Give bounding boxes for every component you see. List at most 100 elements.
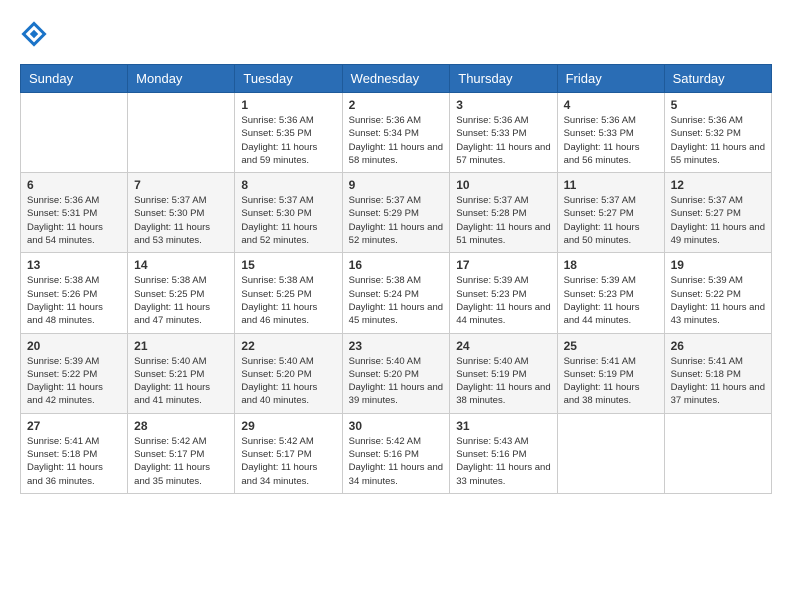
day-number: 20 bbox=[27, 339, 121, 353]
day-info: Sunrise: 5:37 AM Sunset: 5:28 PM Dayligh… bbox=[456, 194, 550, 247]
calendar-cell: 6 Sunrise: 5:36 AM Sunset: 5:31 PM Daylig… bbox=[21, 173, 128, 253]
day-number: 17 bbox=[456, 258, 550, 272]
day-number: 22 bbox=[241, 339, 335, 353]
day-info: Sunrise: 5:39 AM Sunset: 5:22 PM Dayligh… bbox=[27, 355, 121, 408]
calendar-cell bbox=[557, 413, 664, 493]
calendar-cell: 20 Sunrise: 5:39 AM Sunset: 5:22 PM Dayli… bbox=[21, 333, 128, 413]
day-number: 29 bbox=[241, 419, 335, 433]
day-number: 23 bbox=[349, 339, 444, 353]
calendar-cell: 25 Sunrise: 5:41 AM Sunset: 5:19 PM Dayli… bbox=[557, 333, 664, 413]
day-of-week-header: Wednesday bbox=[342, 65, 450, 93]
day-number: 31 bbox=[456, 419, 550, 433]
calendar-cell: 22 Sunrise: 5:40 AM Sunset: 5:20 PM Dayli… bbox=[235, 333, 342, 413]
day-info: Sunrise: 5:42 AM Sunset: 5:17 PM Dayligh… bbox=[241, 435, 335, 488]
day-info: Sunrise: 5:36 AM Sunset: 5:33 PM Dayligh… bbox=[564, 114, 658, 167]
day-info: Sunrise: 5:37 AM Sunset: 5:30 PM Dayligh… bbox=[241, 194, 335, 247]
day-info: Sunrise: 5:41 AM Sunset: 5:18 PM Dayligh… bbox=[27, 435, 121, 488]
calendar-cell: 4 Sunrise: 5:36 AM Sunset: 5:33 PM Daylig… bbox=[557, 93, 664, 173]
day-number: 21 bbox=[134, 339, 228, 353]
calendar-table: SundayMondayTuesdayWednesdayThursdayFrid… bbox=[20, 64, 772, 494]
calendar-cell: 19 Sunrise: 5:39 AM Sunset: 5:22 PM Dayli… bbox=[664, 253, 771, 333]
day-number: 27 bbox=[27, 419, 121, 433]
calendar-cell: 27 Sunrise: 5:41 AM Sunset: 5:18 PM Dayli… bbox=[21, 413, 128, 493]
calendar-cell: 14 Sunrise: 5:38 AM Sunset: 5:25 PM Dayli… bbox=[128, 253, 235, 333]
day-info: Sunrise: 5:43 AM Sunset: 5:16 PM Dayligh… bbox=[456, 435, 550, 488]
day-info: Sunrise: 5:37 AM Sunset: 5:27 PM Dayligh… bbox=[671, 194, 765, 247]
day-info: Sunrise: 5:41 AM Sunset: 5:18 PM Dayligh… bbox=[671, 355, 765, 408]
day-info: Sunrise: 5:40 AM Sunset: 5:20 PM Dayligh… bbox=[349, 355, 444, 408]
calendar-cell bbox=[664, 413, 771, 493]
calendar-cell: 23 Sunrise: 5:40 AM Sunset: 5:20 PM Dayli… bbox=[342, 333, 450, 413]
day-info: Sunrise: 5:39 AM Sunset: 5:22 PM Dayligh… bbox=[671, 274, 765, 327]
calendar-cell: 2 Sunrise: 5:36 AM Sunset: 5:34 PM Daylig… bbox=[342, 93, 450, 173]
calendar-cell: 15 Sunrise: 5:38 AM Sunset: 5:25 PM Dayli… bbox=[235, 253, 342, 333]
day-number: 3 bbox=[456, 98, 550, 112]
day-number: 30 bbox=[349, 419, 444, 433]
day-number: 12 bbox=[671, 178, 765, 192]
day-number: 18 bbox=[564, 258, 658, 272]
calendar-header-row: SundayMondayTuesdayWednesdayThursdayFrid… bbox=[21, 65, 772, 93]
calendar-cell: 3Sunrise: 5:36 AM Sunset: 5:33 PM Daylig… bbox=[450, 93, 557, 173]
day-number: 19 bbox=[671, 258, 765, 272]
day-number: 16 bbox=[349, 258, 444, 272]
calendar-cell: 26Sunrise: 5:41 AM Sunset: 5:18 PM Dayli… bbox=[664, 333, 771, 413]
day-info: Sunrise: 5:39 AM Sunset: 5:23 PM Dayligh… bbox=[456, 274, 550, 327]
day-number: 9 bbox=[349, 178, 444, 192]
day-info: Sunrise: 5:36 AM Sunset: 5:32 PM Dayligh… bbox=[671, 114, 765, 167]
calendar-week-row: 1Sunrise: 5:36 AM Sunset: 5:35 PM Daylig… bbox=[21, 93, 772, 173]
calendar-cell: 11Sunrise: 5:37 AM Sunset: 5:27 PM Dayli… bbox=[557, 173, 664, 253]
calendar-cell: 9 Sunrise: 5:37 AM Sunset: 5:29 PM Daylig… bbox=[342, 173, 450, 253]
calendar-cell: 16Sunrise: 5:38 AM Sunset: 5:24 PM Dayli… bbox=[342, 253, 450, 333]
day-info: Sunrise: 5:36 AM Sunset: 5:34 PM Dayligh… bbox=[349, 114, 444, 167]
calendar-cell: 28Sunrise: 5:42 AM Sunset: 5:17 PM Dayli… bbox=[128, 413, 235, 493]
logo bbox=[20, 20, 52, 48]
calendar-cell: 13Sunrise: 5:38 AM Sunset: 5:26 PM Dayli… bbox=[21, 253, 128, 333]
day-info: Sunrise: 5:38 AM Sunset: 5:25 PM Dayligh… bbox=[134, 274, 228, 327]
day-of-week-header: Tuesday bbox=[235, 65, 342, 93]
calendar-cell: 17 Sunrise: 5:39 AM Sunset: 5:23 PM Dayli… bbox=[450, 253, 557, 333]
day-info: Sunrise: 5:39 AM Sunset: 5:23 PM Dayligh… bbox=[564, 274, 658, 327]
calendar-cell: 1Sunrise: 5:36 AM Sunset: 5:35 PM Daylig… bbox=[235, 93, 342, 173]
day-number: 25 bbox=[564, 339, 658, 353]
day-of-week-header: Thursday bbox=[450, 65, 557, 93]
day-number: 2 bbox=[349, 98, 444, 112]
day-number: 15 bbox=[241, 258, 335, 272]
day-info: Sunrise: 5:38 AM Sunset: 5:26 PM Dayligh… bbox=[27, 274, 121, 327]
calendar-cell: 21 Sunrise: 5:40 AM Sunset: 5:21 PM Dayli… bbox=[128, 333, 235, 413]
day-info: Sunrise: 5:40 AM Sunset: 5:20 PM Dayligh… bbox=[241, 355, 335, 408]
calendar-cell: 29 Sunrise: 5:42 AM Sunset: 5:17 PM Dayli… bbox=[235, 413, 342, 493]
day-number: 10 bbox=[456, 178, 550, 192]
day-number: 6 bbox=[27, 178, 121, 192]
day-of-week-header: Sunday bbox=[21, 65, 128, 93]
day-number: 4 bbox=[564, 98, 658, 112]
day-number: 1 bbox=[241, 98, 335, 112]
day-info: Sunrise: 5:40 AM Sunset: 5:21 PM Dayligh… bbox=[134, 355, 228, 408]
calendar-cell bbox=[128, 93, 235, 173]
day-info: Sunrise: 5:42 AM Sunset: 5:16 PM Dayligh… bbox=[349, 435, 444, 488]
calendar-cell: 24 Sunrise: 5:40 AM Sunset: 5:19 PM Dayli… bbox=[450, 333, 557, 413]
day-info: Sunrise: 5:40 AM Sunset: 5:19 PM Dayligh… bbox=[456, 355, 550, 408]
calendar-cell: 18 Sunrise: 5:39 AM Sunset: 5:23 PM Dayli… bbox=[557, 253, 664, 333]
calendar-week-row: 6 Sunrise: 5:36 AM Sunset: 5:31 PM Daylig… bbox=[21, 173, 772, 253]
day-number: 5 bbox=[671, 98, 765, 112]
day-number: 7 bbox=[134, 178, 228, 192]
day-info: Sunrise: 5:37 AM Sunset: 5:30 PM Dayligh… bbox=[134, 194, 228, 247]
day-number: 14 bbox=[134, 258, 228, 272]
day-info: Sunrise: 5:36 AM Sunset: 5:31 PM Dayligh… bbox=[27, 194, 121, 247]
day-number: 24 bbox=[456, 339, 550, 353]
day-of-week-header: Friday bbox=[557, 65, 664, 93]
day-info: Sunrise: 5:37 AM Sunset: 5:29 PM Dayligh… bbox=[349, 194, 444, 247]
day-of-week-header: Monday bbox=[128, 65, 235, 93]
calendar-cell: 30 Sunrise: 5:42 AM Sunset: 5:16 PM Dayli… bbox=[342, 413, 450, 493]
calendar-cell: 12 Sunrise: 5:37 AM Sunset: 5:27 PM Dayli… bbox=[664, 173, 771, 253]
day-number: 8 bbox=[241, 178, 335, 192]
day-of-week-header: Saturday bbox=[664, 65, 771, 93]
calendar-cell bbox=[21, 93, 128, 173]
day-info: Sunrise: 5:38 AM Sunset: 5:25 PM Dayligh… bbox=[241, 274, 335, 327]
calendar-cell: 7 Sunrise: 5:37 AM Sunset: 5:30 PM Daylig… bbox=[128, 173, 235, 253]
calendar-body: 1Sunrise: 5:36 AM Sunset: 5:35 PM Daylig… bbox=[21, 93, 772, 494]
day-info: Sunrise: 5:41 AM Sunset: 5:19 PM Dayligh… bbox=[564, 355, 658, 408]
calendar-week-row: 13Sunrise: 5:38 AM Sunset: 5:26 PM Dayli… bbox=[21, 253, 772, 333]
calendar-week-row: 20 Sunrise: 5:39 AM Sunset: 5:22 PM Dayli… bbox=[21, 333, 772, 413]
page-header bbox=[20, 20, 772, 48]
